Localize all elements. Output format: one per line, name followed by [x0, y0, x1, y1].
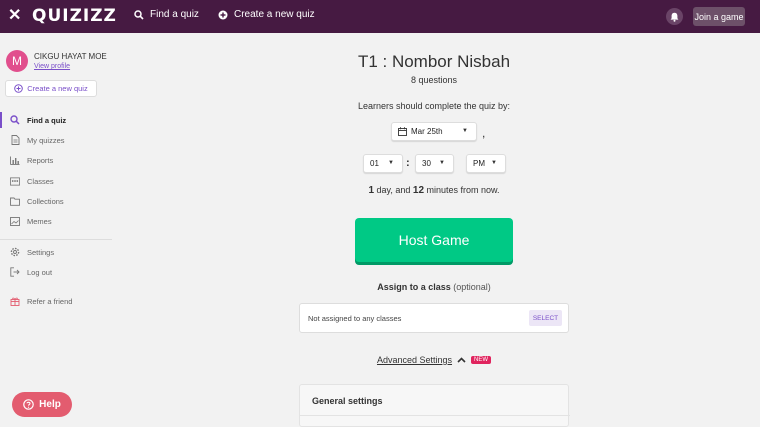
notifications-button[interactable]	[666, 8, 683, 25]
plus-circle-icon	[218, 10, 228, 19]
general-settings-panel: General settings	[299, 384, 570, 427]
general-settings-title: General settings	[312, 396, 383, 406]
sidebar-item-collections[interactable]: Collections	[0, 192, 112, 210]
help-label: Help	[39, 399, 61, 410]
ampm-select[interactable]: PM ▼	[466, 154, 506, 173]
sidebar-item-find-quiz[interactable]: Find a quiz	[0, 111, 112, 129]
advanced-settings-label[interactable]: Advanced Settings	[377, 355, 452, 365]
gift-icon	[10, 296, 20, 306]
assign-title: Assign to a class	[377, 282, 451, 292]
sidebar-divider	[0, 239, 112, 240]
logout-icon	[10, 267, 20, 277]
gear-icon	[10, 247, 20, 257]
chevron-down-icon: ▼	[439, 160, 445, 166]
minute-value: 30	[422, 159, 431, 168]
top-navigation-bar: ✕ QUIZIZZ Find a quiz Create a new quiz …	[0, 0, 760, 33]
sidebar-item-memes[interactable]: Memes	[0, 212, 112, 230]
sidebar-item-label: My quizzes	[27, 136, 65, 145]
time-from-now: 1 day, and 12 minutes from now.	[300, 185, 568, 196]
sidebar-item-label: Collections	[27, 197, 64, 206]
sidebar: M CIKGU HAYAT MOE View profile Create a …	[0, 33, 112, 427]
new-badge: NEW	[471, 356, 492, 364]
assign-class-heading: Assign to a class (optional)	[300, 282, 568, 292]
minutes-count: 12	[412, 185, 425, 196]
sidebar-item-classes[interactable]: Classes	[0, 172, 112, 190]
time-colon: :	[406, 157, 410, 169]
view-profile-link[interactable]: View profile	[34, 63, 70, 70]
panel-divider	[300, 415, 570, 416]
create-quiz-label: Create a new quiz	[234, 9, 315, 20]
sidebar-item-refer-friend[interactable]: Refer a friend	[0, 292, 112, 310]
assign-optional: (optional)	[453, 282, 491, 292]
minute-select[interactable]: 30 ▼	[415, 154, 454, 173]
close-icon[interactable]: ✕	[8, 7, 21, 25]
chevron-up-icon	[457, 357, 466, 363]
advanced-settings-toggle[interactable]: Advanced Settings NEW	[300, 355, 568, 365]
sidebar-item-label: Reports	[27, 156, 54, 165]
sidebar-item-label: Log out	[27, 268, 53, 277]
hour-value: 01	[370, 159, 379, 168]
plus-circle-icon	[14, 84, 24, 93]
create-quiz-link[interactable]: Create a new quiz	[218, 9, 315, 20]
create-new-quiz-label: Create a new quiz	[27, 84, 88, 93]
chevron-down-icon: ▼	[388, 160, 394, 166]
chevron-down-icon: ▼	[462, 128, 468, 134]
bell-icon	[670, 12, 679, 22]
quizizz-logo[interactable]: QUIZIZZ	[32, 6, 117, 26]
sidebar-item-reports[interactable]: Reports	[0, 151, 112, 169]
date-comma: ,	[482, 126, 486, 140]
date-picker[interactable]: Mar 25th ▼	[391, 122, 477, 141]
chart-icon	[10, 155, 20, 165]
find-quiz-link[interactable]: Find a quiz	[134, 9, 199, 20]
calendar-icon	[398, 127, 407, 136]
assign-class-box: Not assigned to any classes SELECT	[299, 303, 569, 333]
host-game-button[interactable]: Host Game	[355, 218, 513, 262]
complete-by-label: Learners should complete the quiz by:	[357, 101, 511, 111]
select-class-button[interactable]: SELECT	[529, 310, 562, 326]
sidebar-item-label: Find a quiz	[27, 116, 67, 125]
assign-status: Not assigned to any classes	[308, 314, 402, 323]
sidebar-item-my-quizzes[interactable]: My quizzes	[0, 131, 112, 149]
ampm-value: PM	[473, 159, 485, 168]
avatar[interactable]: M	[6, 50, 28, 72]
find-quiz-label: Find a quiz	[150, 9, 199, 20]
help-button[interactable]: Help	[12, 392, 72, 417]
search-icon	[10, 115, 20, 125]
date-value: Mar 25th	[411, 127, 443, 136]
document-icon	[10, 135, 20, 145]
image-icon	[10, 216, 20, 226]
days-text: day, and	[374, 185, 413, 195]
chevron-down-icon: ▼	[491, 160, 497, 166]
sidebar-item-label: Memes	[27, 217, 52, 226]
folder-icon	[10, 196, 20, 206]
classes-icon	[10, 176, 20, 186]
join-game-button[interactable]: Join a game	[693, 7, 745, 26]
user-name: CIKGU HAYAT MOE	[34, 52, 107, 61]
quiz-title: T1 : Nombor Nisbah	[357, 52, 511, 71]
hour-select[interactable]: 01 ▼	[363, 154, 403, 173]
sidebar-item-label: Refer a friend	[27, 297, 73, 306]
sidebar-item-log-out[interactable]: Log out	[0, 263, 112, 281]
create-new-quiz-button[interactable]: Create a new quiz	[5, 80, 97, 97]
sidebar-item-label: Classes	[27, 177, 54, 186]
search-icon	[134, 9, 144, 20]
question-count: 8 questions	[410, 75, 458, 85]
minutes-text: minutes from now.	[424, 185, 500, 195]
question-circle-icon	[23, 399, 34, 410]
sidebar-item-settings[interactable]: Settings	[0, 243, 112, 261]
sidebar-item-label: Settings	[27, 248, 55, 257]
